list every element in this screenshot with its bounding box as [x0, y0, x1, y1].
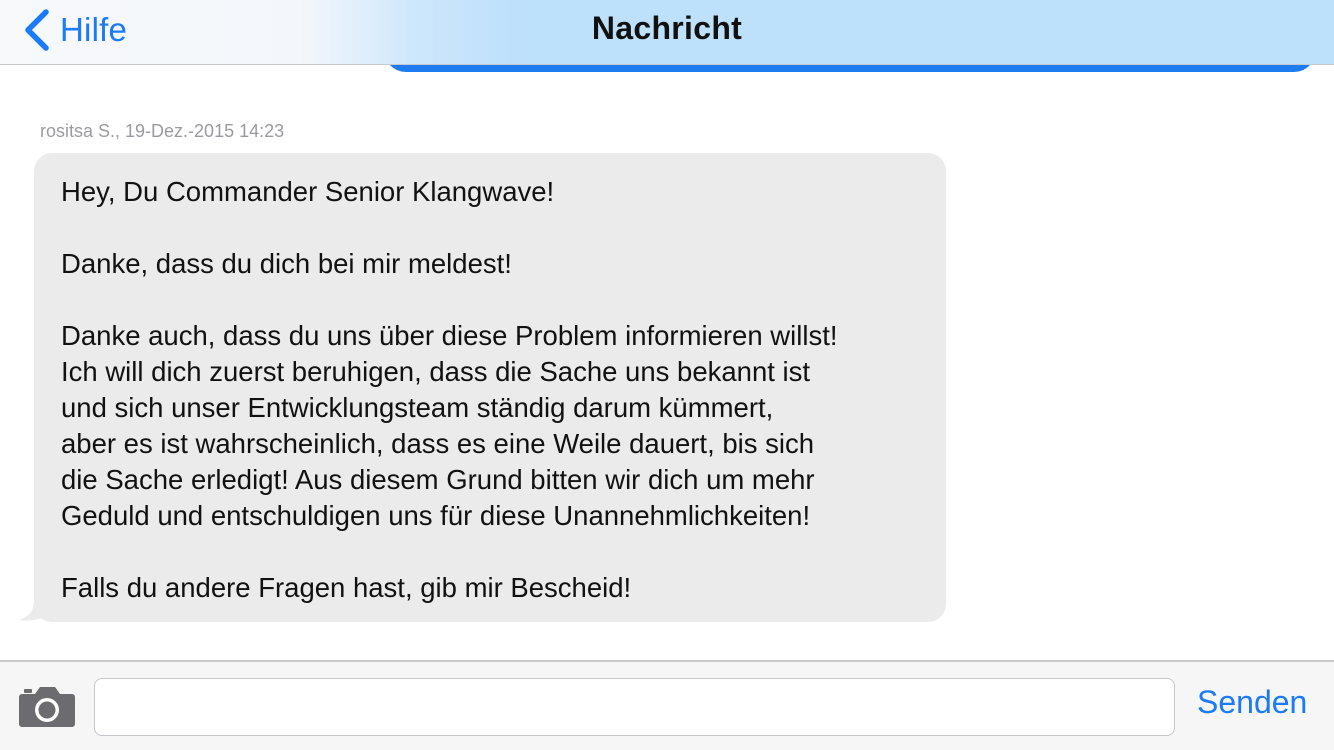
message-line: und sich unser Entwicklungsteam ständig … [61, 392, 774, 423]
message-line: Danke, dass du dich bei mir meldest! [61, 248, 512, 279]
message-line: die Sache erledigt! Aus diesem Grund bit… [61, 464, 815, 495]
message-line: Danke auch, dass du uns über diese Probl… [61, 320, 838, 351]
camera-button[interactable] [18, 684, 76, 728]
message-line: Geduld und entschuldigen uns für diese U… [61, 500, 811, 531]
message-paragraph-gap [61, 210, 919, 246]
message-screen: Hilfe Nachricht rositsa S., 19-Dez.-2015… [0, 0, 1334, 750]
incoming-message-bubble: Hey, Du Commander Senior Klangwave! Dank… [34, 153, 946, 622]
message-composer-bar: Senden [0, 660, 1334, 750]
navigation-bar: Hilfe Nachricht [0, 0, 1334, 65]
message-paragraph-gap [61, 534, 919, 570]
message-sender-timestamp: rositsa S., 19-Dez.-2015 14:23 [40, 121, 285, 141]
message-line: Hey, Du Commander Senior Klangwave! [61, 176, 555, 207]
message-input[interactable] [94, 678, 1175, 736]
send-button[interactable]: Senden [1197, 684, 1307, 721]
page-title: Nachricht [591, 10, 743, 46]
message-line: aber es ist wahrscheinlich, dass es eine… [61, 428, 815, 459]
camera-icon [19, 687, 75, 727]
message-line: Falls du andere Fragen hast, gib mir Bes… [61, 572, 632, 603]
message-paragraph-gap [61, 282, 919, 318]
message-line: Ich will dich zuerst beruhigen, dass die… [61, 356, 811, 387]
